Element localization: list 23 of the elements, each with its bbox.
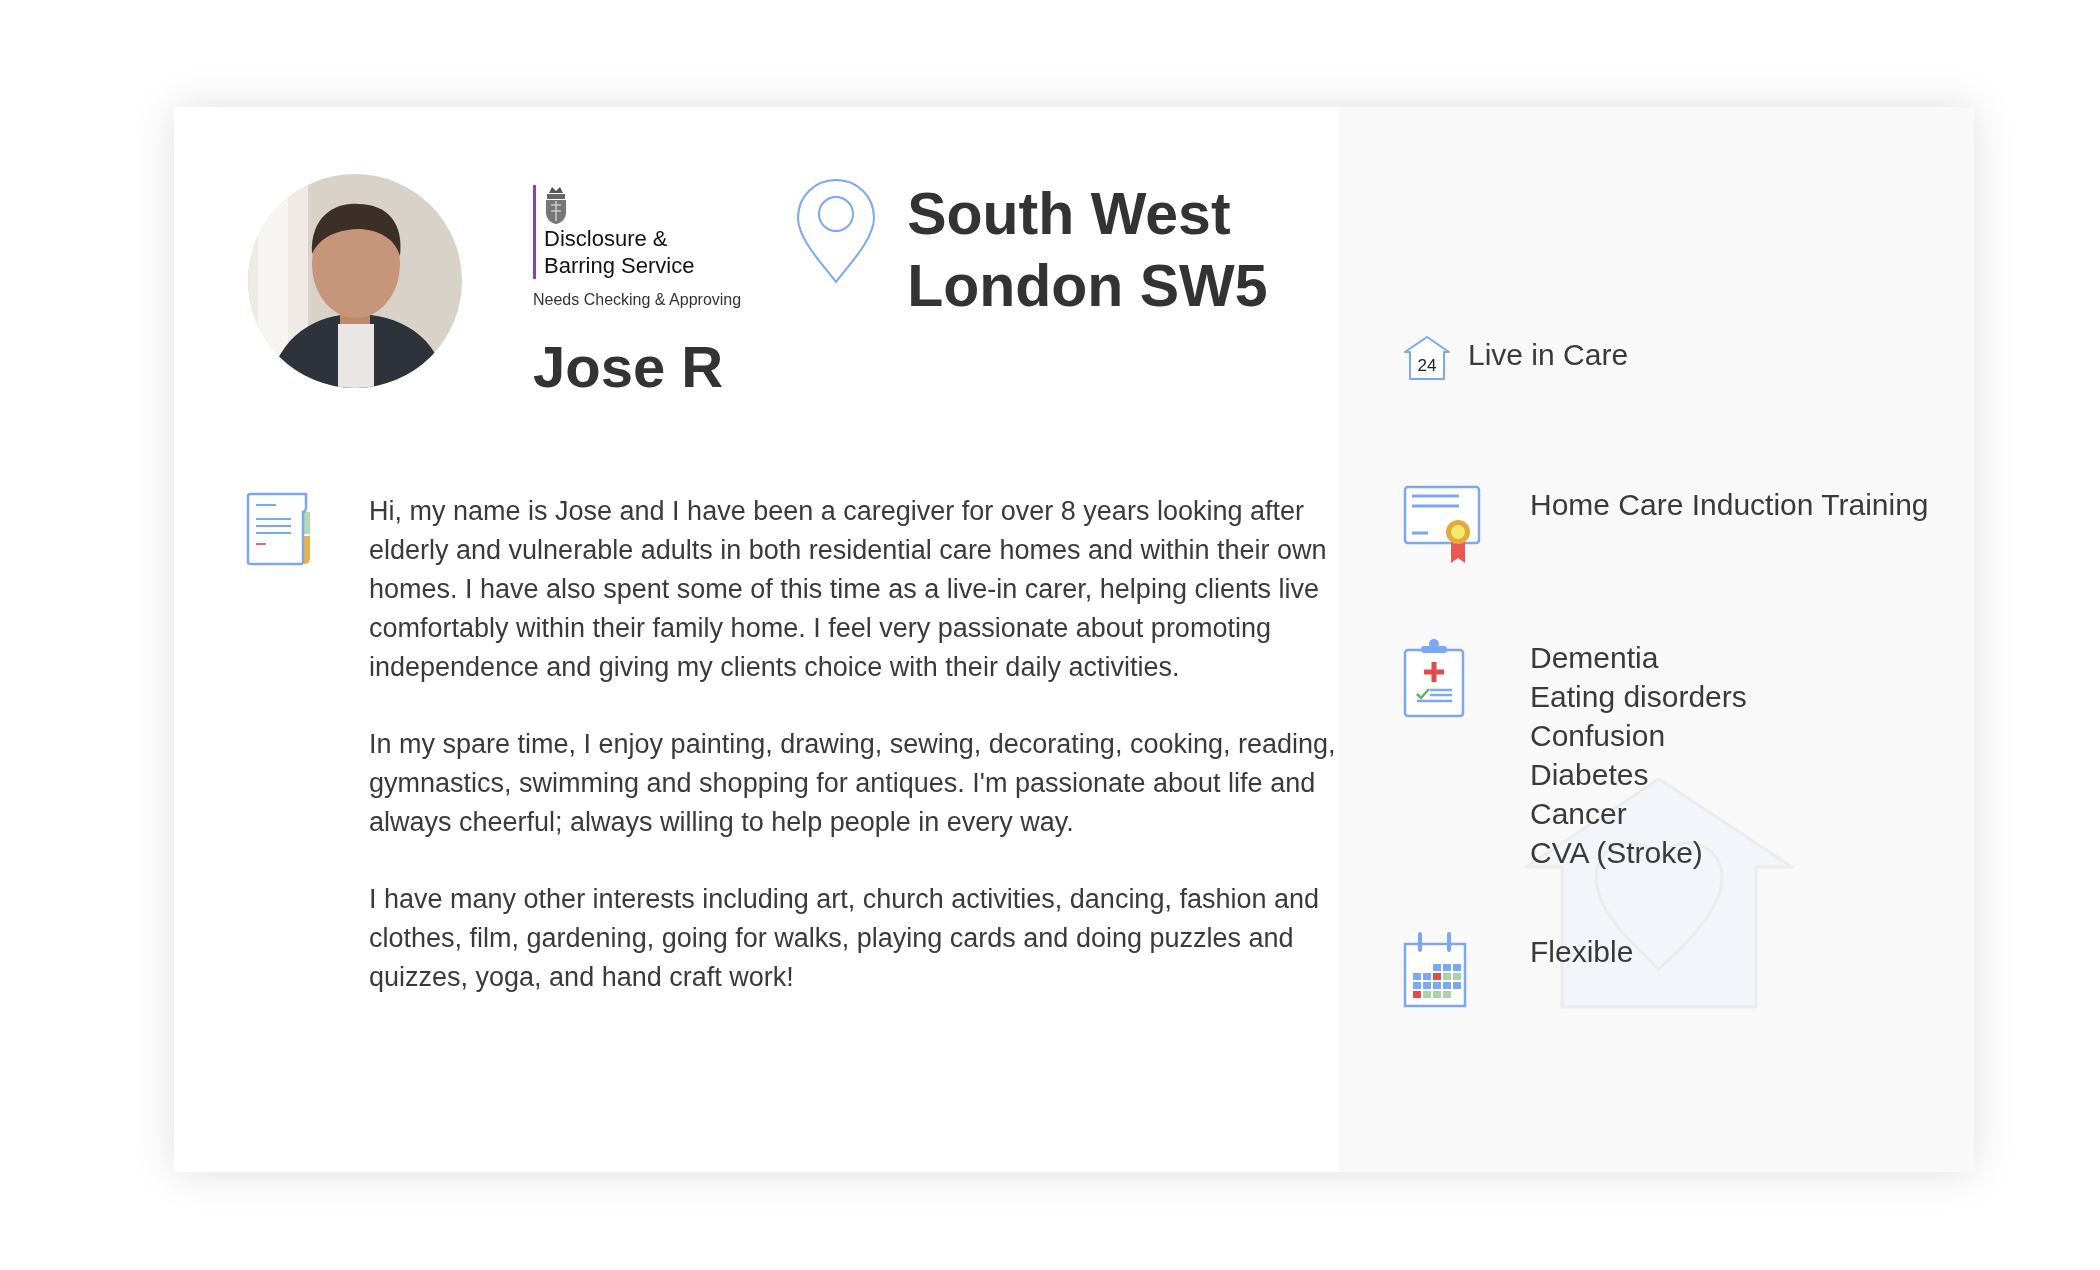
bio-paragraph: In my spare time, I enjoy painting, drawing, sewing, decorating, cooking, reading, gymnastics, swimming and shopping for antiques. I'm passionate about life and always cheerful; always willing to help people in every way. xyxy=(369,728,1337,839)
condition-item: Dementia xyxy=(1530,640,1660,676)
condition-item: Confusion xyxy=(1530,718,1667,754)
condition-item: Cancer xyxy=(1530,796,1628,832)
location-pin-icon xyxy=(796,178,877,284)
feature-label: Flexible xyxy=(1530,934,1634,970)
condition-item: CVA (Stroke) xyxy=(1530,835,1704,871)
condition-item: Diabetes xyxy=(1530,757,1650,793)
profile-name: Jose R xyxy=(533,333,725,400)
calendar-icon xyxy=(1403,932,1467,1008)
medical-clipboard-icon xyxy=(1403,638,1465,718)
bio-paragraph: Hi, my name is Jose and I have been a caregiver for over 8 years looking after elderly and vulnerable adults in both residential care homes and within their own homes. I have also spent some of this time as a live-in carer, helping clients live comfortably within their family home. I feel very passionate about promoting independence and giving my clients choice with their daily activities. xyxy=(369,495,1328,684)
crest-icon xyxy=(544,185,568,225)
location-title: South West London SW5 xyxy=(907,180,1269,321)
house-icon: 24 xyxy=(1403,335,1451,381)
condition-item: Eating disorders xyxy=(1530,679,1747,715)
dbs-status: Needs Checking & Approving xyxy=(533,291,742,309)
certificate-icon xyxy=(1403,485,1481,563)
dbs-title: Disclosure & Barring Service xyxy=(544,225,696,279)
document-icon xyxy=(246,492,313,566)
feature-label: Live in Care xyxy=(1468,337,1629,373)
feature-label: Home Care Induction Training xyxy=(1530,487,1929,523)
bio-paragraph: I have many other interests including art, church activities, dancing, fashion and clothes, film, gardening, going for walks, playing cards and doing puzzles and quizzes, yoga, and hand craft work! xyxy=(369,883,1321,994)
